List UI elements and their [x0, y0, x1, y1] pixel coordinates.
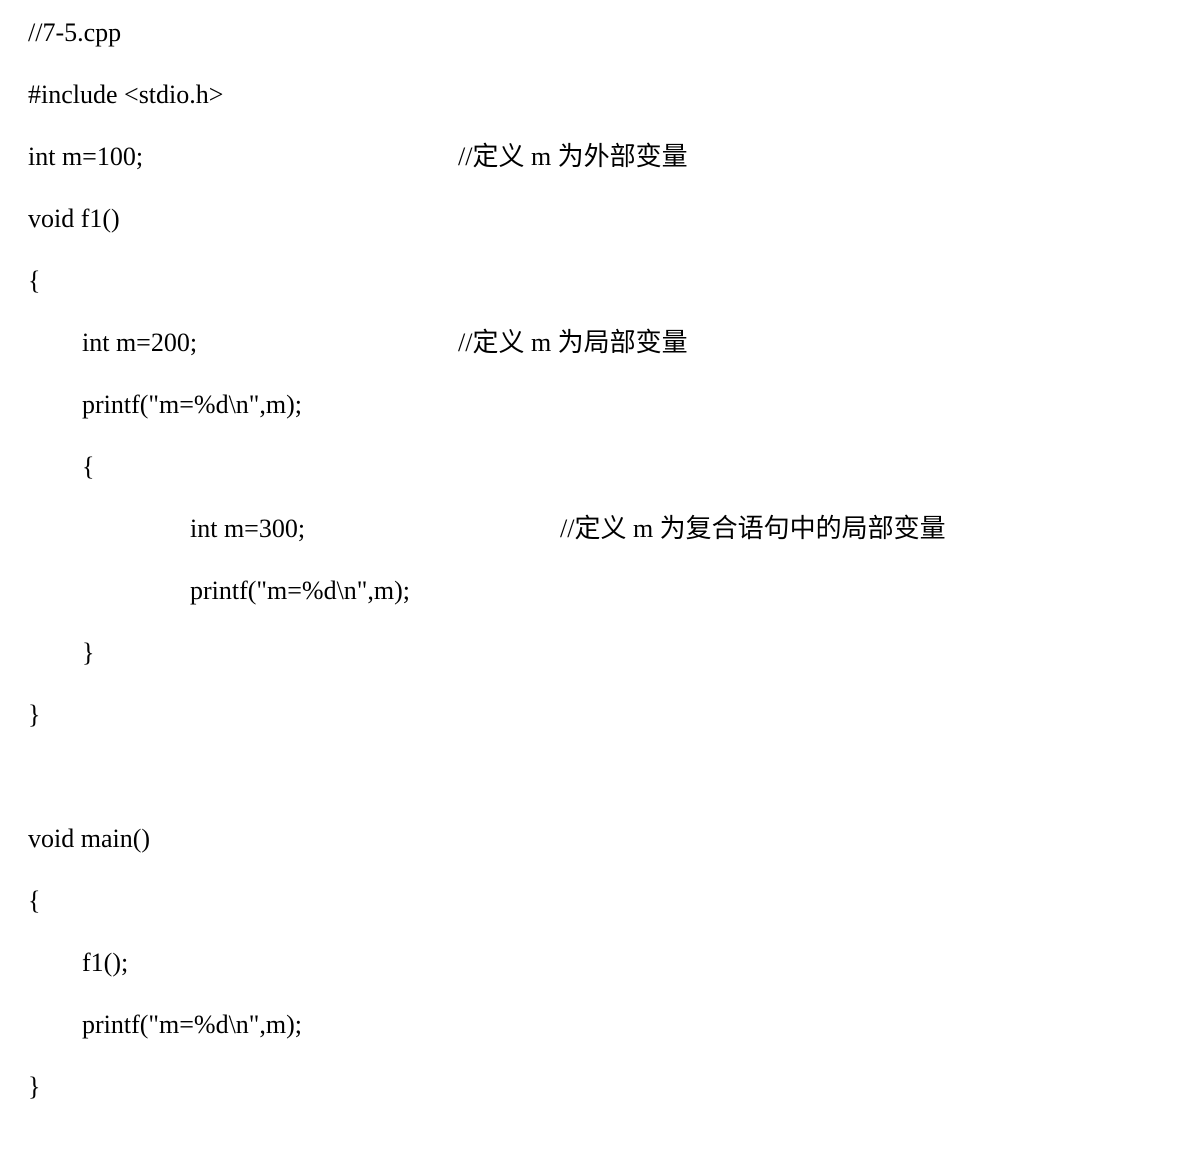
- code-text: int m=100;: [28, 144, 458, 170]
- code-line: printf("m=%d\n",m);: [28, 392, 1161, 418]
- code-line: int m=200; //定义 m 为局部变量: [28, 330, 1161, 356]
- code-line: }: [28, 702, 1161, 728]
- code-line: //7-5.cpp: [28, 20, 1161, 46]
- code-text: //7-5.cpp: [28, 20, 458, 46]
- code-line: {: [28, 268, 1161, 294]
- code-text: f1();: [82, 950, 458, 976]
- comment-text: //定义 m 为外部变量: [458, 144, 688, 170]
- code-text: }: [28, 1074, 458, 1100]
- code-line: {: [28, 454, 1161, 480]
- code-text: printf("m=%d\n",m);: [82, 1012, 458, 1038]
- code-line: printf("m=%d\n",m);: [28, 1012, 1161, 1038]
- code-text: printf("m=%d\n",m);: [190, 578, 560, 604]
- code-text: }: [82, 640, 458, 666]
- code-line: void f1(): [28, 206, 1161, 232]
- code-line: #include <stdio.h>: [28, 82, 1161, 108]
- code-line: f1();: [28, 950, 1161, 976]
- code-line: printf("m=%d\n",m);: [28, 578, 1161, 604]
- blank-line: [28, 764, 1161, 826]
- code-block: //7-5.cpp #include <stdio.h> int m=100; …: [28, 20, 1161, 1100]
- code-line: void main(): [28, 826, 1161, 852]
- code-text: #include <stdio.h>: [28, 82, 458, 108]
- code-line: int m=300; //定义 m 为复合语句中的局部变量: [28, 516, 1161, 542]
- comment-text: //定义 m 为局部变量: [458, 330, 688, 356]
- comment-text: //定义 m 为复合语句中的局部变量: [560, 516, 946, 542]
- code-text: }: [28, 702, 458, 728]
- code-text: int m=200;: [82, 330, 458, 356]
- code-line: }: [28, 640, 1161, 666]
- code-line: {: [28, 888, 1161, 914]
- code-text: {: [82, 454, 458, 480]
- code-line: int m=100; //定义 m 为外部变量: [28, 144, 1161, 170]
- code-text: {: [28, 888, 458, 914]
- code-text: {: [28, 268, 458, 294]
- code-text: void main(): [28, 826, 458, 852]
- code-text: printf("m=%d\n",m);: [82, 392, 458, 418]
- code-text: void f1(): [28, 206, 458, 232]
- code-text: int m=300;: [190, 516, 560, 542]
- code-line: }: [28, 1074, 1161, 1100]
